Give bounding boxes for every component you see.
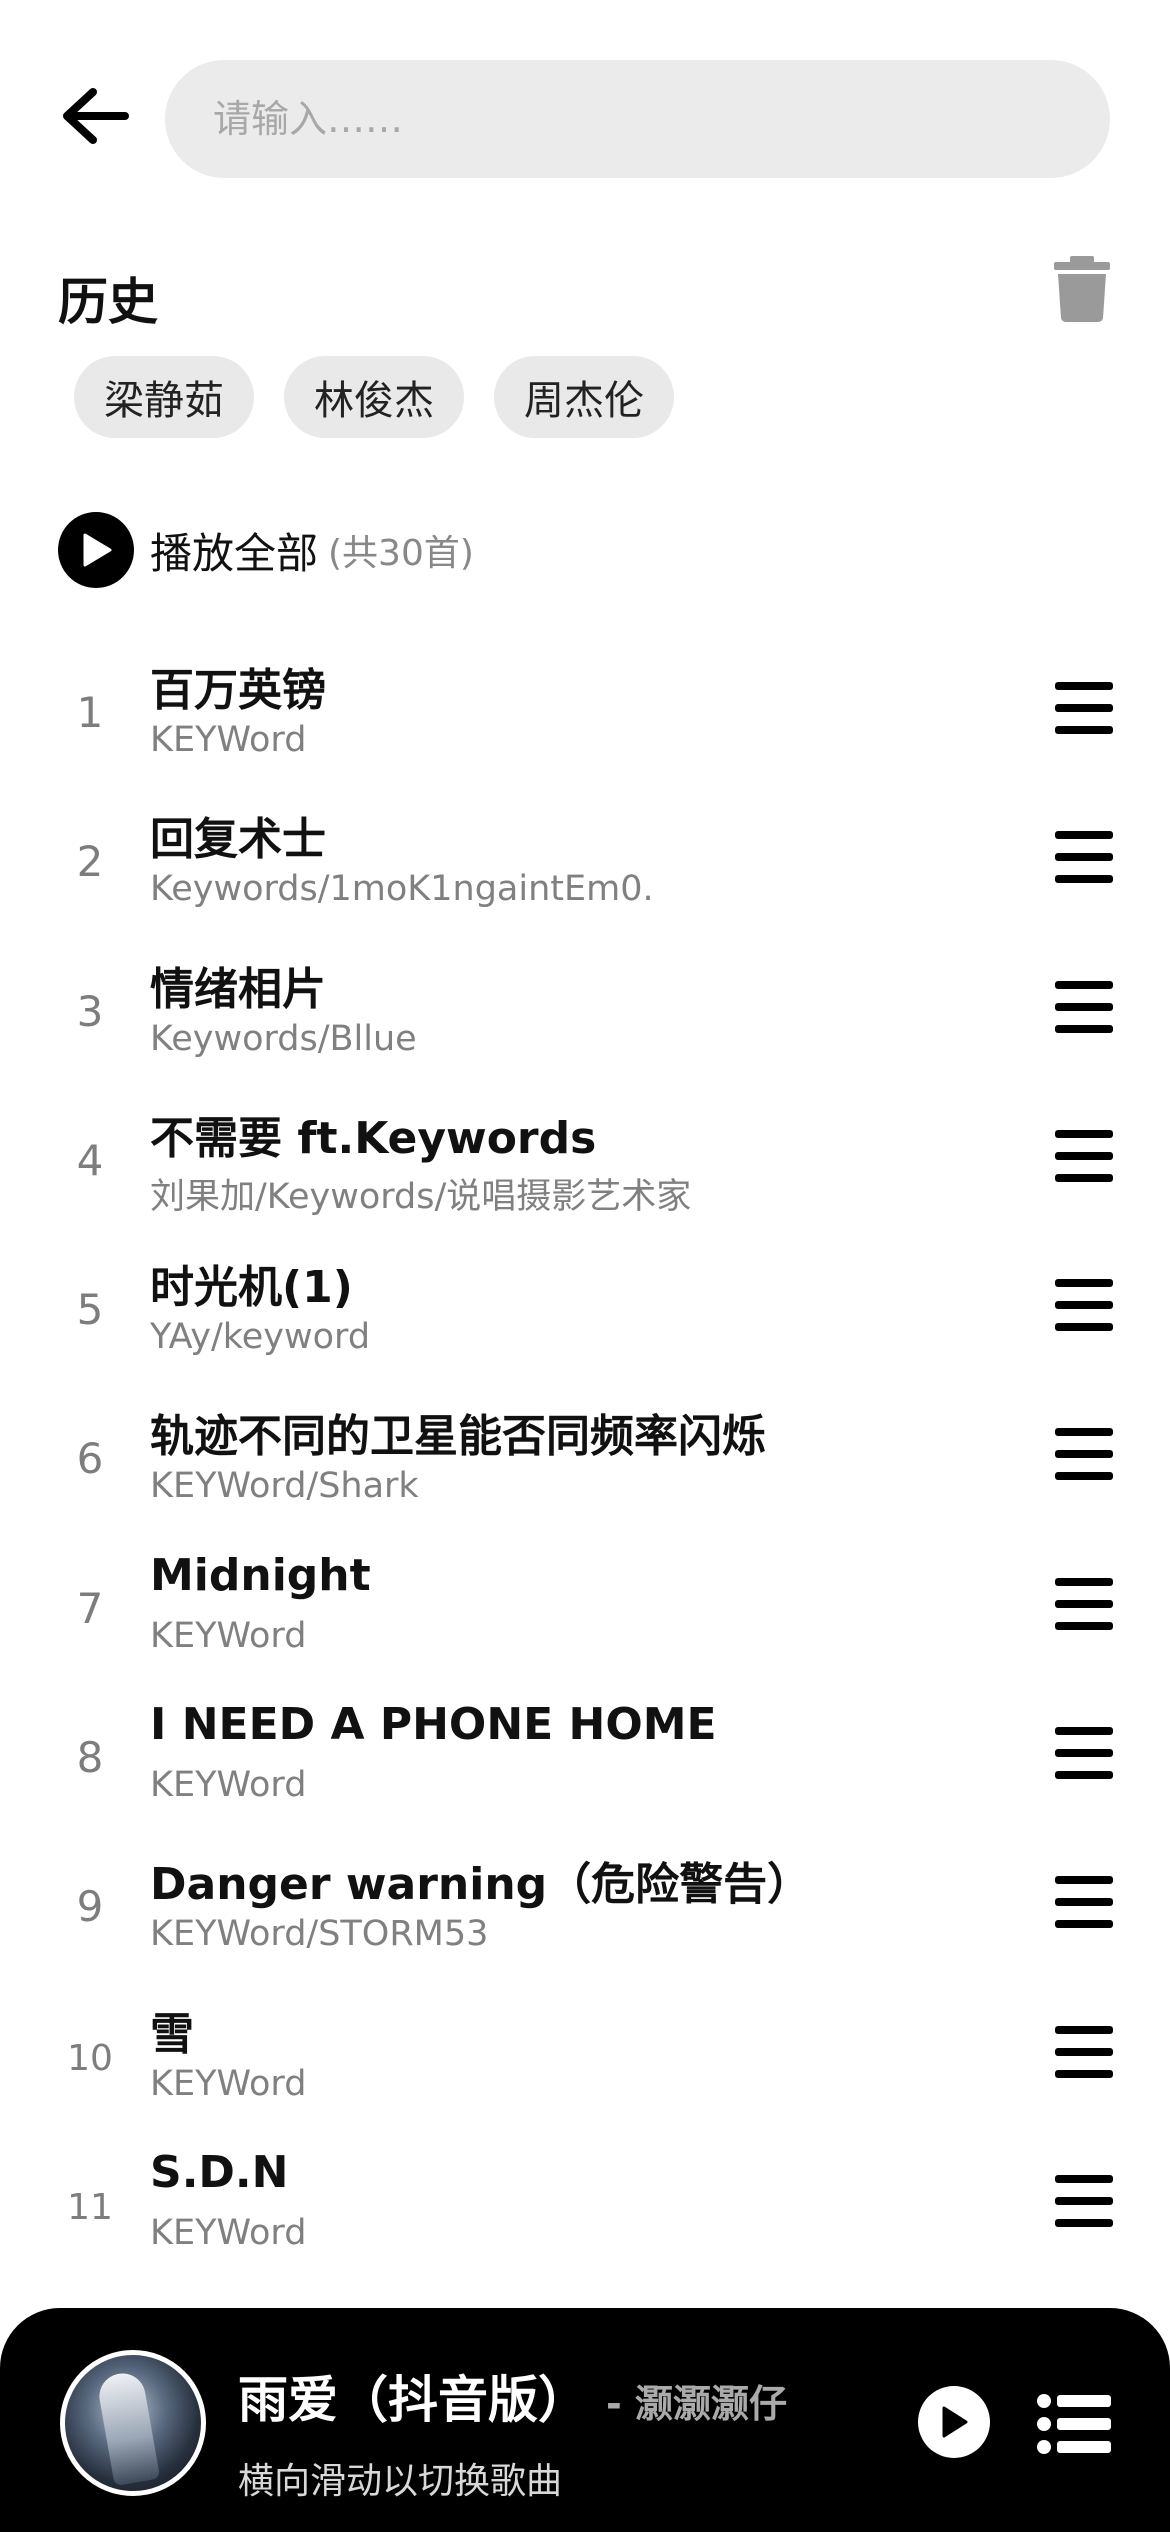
history-chip[interactable]: 周杰伦 bbox=[494, 356, 674, 438]
history-chip[interactable]: 梁静茹 bbox=[74, 356, 254, 438]
song-title: 回复术士 bbox=[150, 814, 326, 866]
song-list: 1 百万英镑 KEYWord 2 回复术士 Keywords/1moK1ngai… bbox=[0, 640, 1170, 2282]
hamburger-menu-icon[interactable] bbox=[1055, 1876, 1113, 1929]
arrow-left-icon bbox=[63, 88, 129, 144]
hamburger-menu-icon[interactable] bbox=[1055, 1279, 1113, 1332]
clear-history-button[interactable] bbox=[1052, 256, 1112, 326]
song-row[interactable]: 7 Midnight KEYWord bbox=[0, 1536, 1170, 1685]
song-title: I NEED A PHONE HOME bbox=[150, 1699, 717, 1751]
song-index: 6 bbox=[76, 1434, 104, 1484]
song-row[interactable]: 8 I NEED A PHONE HOME KEYWord bbox=[0, 1685, 1170, 1834]
song-index: 1 bbox=[76, 688, 104, 737]
song-row[interactable]: 11 S.D.N KEYWord bbox=[0, 2133, 1170, 2282]
search-input[interactable] bbox=[211, 96, 1110, 142]
hamburger-menu-icon[interactable] bbox=[1055, 1727, 1113, 1780]
song-index: 9 bbox=[76, 1882, 104, 1932]
hamburger-menu-icon[interactable] bbox=[1055, 682, 1113, 734]
swipe-hint: 横向滑动以切换歌曲 bbox=[238, 2461, 563, 2502]
play-icon bbox=[942, 2406, 968, 2438]
song-index: 5 bbox=[76, 1285, 104, 1335]
song-row[interactable]: 10 雪 KEYWord bbox=[0, 1984, 1170, 2133]
song-title: Midnight bbox=[150, 1549, 371, 1601]
song-index: 3 bbox=[76, 986, 104, 1036]
hamburger-menu-icon[interactable] bbox=[1055, 980, 1113, 1033]
song-artist: KEYWord bbox=[150, 1615, 307, 1656]
song-index: 11 bbox=[67, 2186, 113, 2228]
now-playing-artist: - 灏灏灏仔 bbox=[606, 2382, 788, 2426]
play-circle-icon bbox=[58, 512, 134, 588]
song-artist: KEYWord bbox=[150, 2212, 307, 2253]
song-index: 7 bbox=[76, 1583, 104, 1633]
hamburger-menu-icon[interactable] bbox=[1055, 1428, 1113, 1481]
song-title: 轨迹不同的卫星能否同频率闪烁 bbox=[150, 1411, 766, 1463]
song-title: 时光机(1) bbox=[150, 1262, 353, 1314]
playlist-icon bbox=[1037, 2394, 1111, 2454]
song-index: 10 bbox=[67, 2037, 113, 2079]
play-all-label: 播放全部 bbox=[150, 528, 319, 578]
now-playing-song: 雨爱（抖音版） bbox=[238, 2371, 588, 2429]
song-row[interactable]: 1 百万英镑 KEYWord bbox=[0, 640, 1170, 789]
song-artist: KEYWord bbox=[150, 2063, 307, 2104]
playlist-button[interactable] bbox=[1037, 2394, 1111, 2454]
album-cover[interactable] bbox=[60, 2350, 206, 2496]
hamburger-menu-icon[interactable] bbox=[1055, 2174, 1113, 2227]
song-row[interactable]: 2 回复术士 Keywords/1moK1ngaintEm0. bbox=[0, 789, 1170, 938]
hamburger-menu-icon[interactable] bbox=[1055, 1129, 1113, 1182]
song-title: S.D.N bbox=[150, 2146, 289, 2198]
history-title: 历史 bbox=[58, 273, 158, 331]
song-title: 不需要 ft.Keywords bbox=[150, 1112, 597, 1164]
play-button[interactable] bbox=[918, 2386, 990, 2458]
song-artist: KEYWord/STORM53 bbox=[150, 1914, 489, 1955]
song-row[interactable]: 4 不需要 ft.Keywords 刘果加/Keywords/说唱摄影艺术家 bbox=[0, 1088, 1170, 1237]
song-row[interactable]: 9 Danger warning（危险警告） KEYWord/STORM53 bbox=[0, 1834, 1170, 1983]
play-all-button[interactable]: 播放全部 (共30首) bbox=[58, 512, 474, 588]
song-count: (共30首) bbox=[328, 533, 474, 574]
song-artist: KEYWord bbox=[150, 1765, 307, 1806]
hamburger-menu-icon[interactable] bbox=[1055, 2025, 1113, 2078]
song-artist: 刘果加/Keywords/说唱摄影艺术家 bbox=[150, 1176, 692, 1217]
song-title: Danger warning（危险警告） bbox=[150, 1859, 812, 1911]
song-index: 4 bbox=[76, 1135, 104, 1185]
song-row[interactable]: 6 轨迹不同的卫星能否同频率闪烁 KEYWord/Shark bbox=[0, 1386, 1170, 1535]
now-playing-title: 雨爱（抖音版） - 灏灏灏仔 bbox=[238, 2360, 787, 2432]
hamburger-menu-icon[interactable] bbox=[1055, 1577, 1113, 1630]
song-index: 8 bbox=[76, 1733, 104, 1783]
song-row[interactable]: 5 时光机(1) YAy/keyword bbox=[0, 1237, 1170, 1386]
mini-player[interactable]: 雨爱（抖音版） - 灏灏灏仔 横向滑动以切换歌曲 bbox=[0, 2308, 1170, 2532]
song-artist: Keywords/1moK1ngaintEm0. bbox=[150, 869, 654, 910]
search-bar[interactable] bbox=[165, 60, 1110, 178]
song-artist: KEYWord/Shark bbox=[150, 1466, 419, 1507]
history-chip[interactable]: 林俊杰 bbox=[284, 356, 464, 438]
history-chips: 梁静茹 林俊杰 周杰伦 bbox=[74, 356, 674, 438]
hamburger-menu-icon[interactable] bbox=[1055, 831, 1113, 884]
trash-icon bbox=[1054, 256, 1110, 322]
song-row[interactable]: 3 情绪相片 Keywords/Bllue bbox=[0, 939, 1170, 1088]
song-artist: KEYWord bbox=[150, 720, 307, 760]
song-artist: Keywords/Bllue bbox=[150, 1018, 417, 1059]
song-title: 情绪相片 bbox=[150, 963, 326, 1015]
song-title: 雪 bbox=[150, 2008, 194, 2060]
song-title: 百万英镑 bbox=[150, 665, 326, 716]
back-button[interactable] bbox=[56, 78, 132, 154]
song-index: 2 bbox=[76, 837, 104, 887]
song-artist: YAy/keyword bbox=[150, 1317, 371, 1358]
